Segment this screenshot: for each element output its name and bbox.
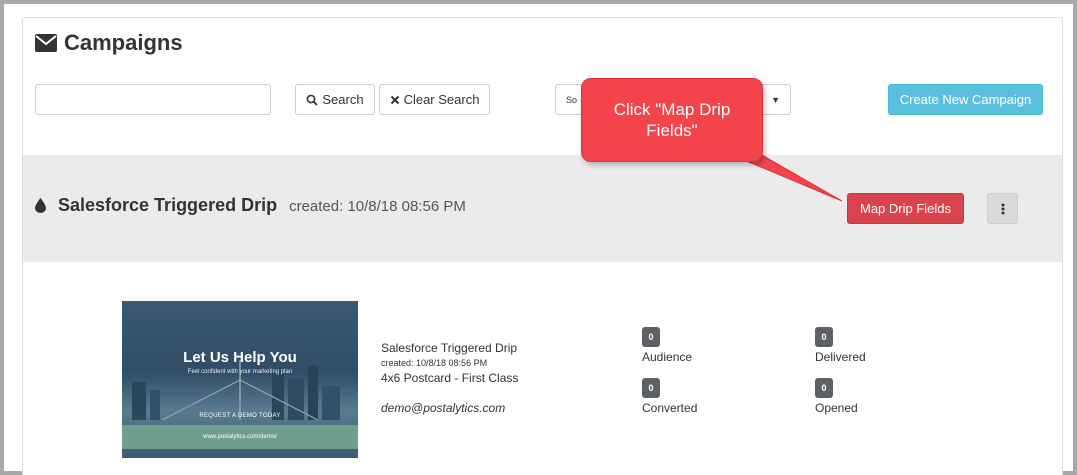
campaign-created-date: created: 10/8/18 08:56 PM bbox=[381, 358, 488, 368]
chevron-down-icon: ▼ bbox=[771, 94, 780, 105]
campaigns-panel: Campaigns Search Clear Search So ▼ Creat… bbox=[22, 17, 1063, 475]
stat-badge: 0 bbox=[815, 327, 833, 347]
more-options-button[interactable] bbox=[987, 193, 1018, 224]
search-button-label: Search bbox=[322, 92, 364, 107]
screenshot-frame: Campaigns Search Clear Search So ▼ Creat… bbox=[4, 4, 1073, 475]
campaign-name: Salesforce Triggered Drip bbox=[381, 341, 518, 355]
thumbnail-url: www.postalytics.com/demo/ bbox=[203, 434, 277, 440]
search-button[interactable]: Search bbox=[295, 84, 375, 115]
campaign-info: Salesforce Triggered Drip created: 10/8/… bbox=[381, 341, 518, 415]
create-campaign-button[interactable]: Create New Campaign bbox=[888, 84, 1043, 115]
sort-select-value: So bbox=[566, 94, 578, 105]
stat-delivered: 0 Delivered bbox=[815, 327, 866, 364]
search-icon bbox=[306, 94, 319, 106]
map-drip-fields-button[interactable]: Map Drip Fields bbox=[847, 193, 964, 224]
search-input[interactable] bbox=[35, 84, 271, 115]
drip-title-row: Salesforce Triggered Drip created: 10/8/… bbox=[35, 195, 466, 216]
stat-converted: 0 Converted bbox=[642, 378, 697, 415]
stat-opened: 0 Opened bbox=[815, 378, 858, 415]
stat-badge: 0 bbox=[815, 378, 833, 398]
stat-label: Opened bbox=[815, 401, 858, 415]
clear-search-button[interactable]: Clear Search bbox=[379, 84, 490, 115]
drip-created-date: created: 10/8/18 08:56 PM bbox=[289, 198, 466, 215]
drip-campaign-header: Salesforce Triggered Drip created: 10/8/… bbox=[23, 155, 1062, 262]
close-icon bbox=[390, 95, 399, 104]
campaign-email: demo@postalytics.com bbox=[381, 401, 506, 415]
campaign-format: 4x6 Postcard - First Class bbox=[381, 371, 519, 385]
clear-search-label: Clear Search bbox=[403, 92, 480, 107]
stat-label: Converted bbox=[642, 401, 698, 415]
stat-audience: 0 Audience bbox=[642, 327, 692, 364]
drop-icon bbox=[35, 198, 46, 213]
stat-label: Delivered bbox=[815, 350, 866, 364]
page-title: Campaigns bbox=[64, 30, 183, 55]
postcard-thumbnail[interactable]: Let Us Help You Feel confident with your… bbox=[122, 301, 358, 458]
envelope-icon bbox=[35, 34, 57, 52]
stat-label: Audience bbox=[642, 350, 693, 364]
page-header: Campaigns bbox=[35, 30, 183, 56]
thumbnail-url-band: www.postalytics.com/demo/ bbox=[122, 425, 358, 449]
thumbnail-cta: REQUEST A DEMO TODAY bbox=[199, 413, 281, 419]
thumbnail-subline: Feel confident with your marketing plan bbox=[187, 369, 293, 375]
stat-badge: 0 bbox=[642, 378, 660, 398]
stat-badge: 0 bbox=[642, 327, 660, 347]
kebab-menu-icon bbox=[1001, 203, 1004, 214]
drip-campaign-name: Salesforce Triggered Drip bbox=[58, 195, 278, 215]
annotation-callout: Click "Map Drip Fields" bbox=[581, 78, 763, 162]
thumbnail-headline: Let Us Help You bbox=[183, 349, 297, 366]
